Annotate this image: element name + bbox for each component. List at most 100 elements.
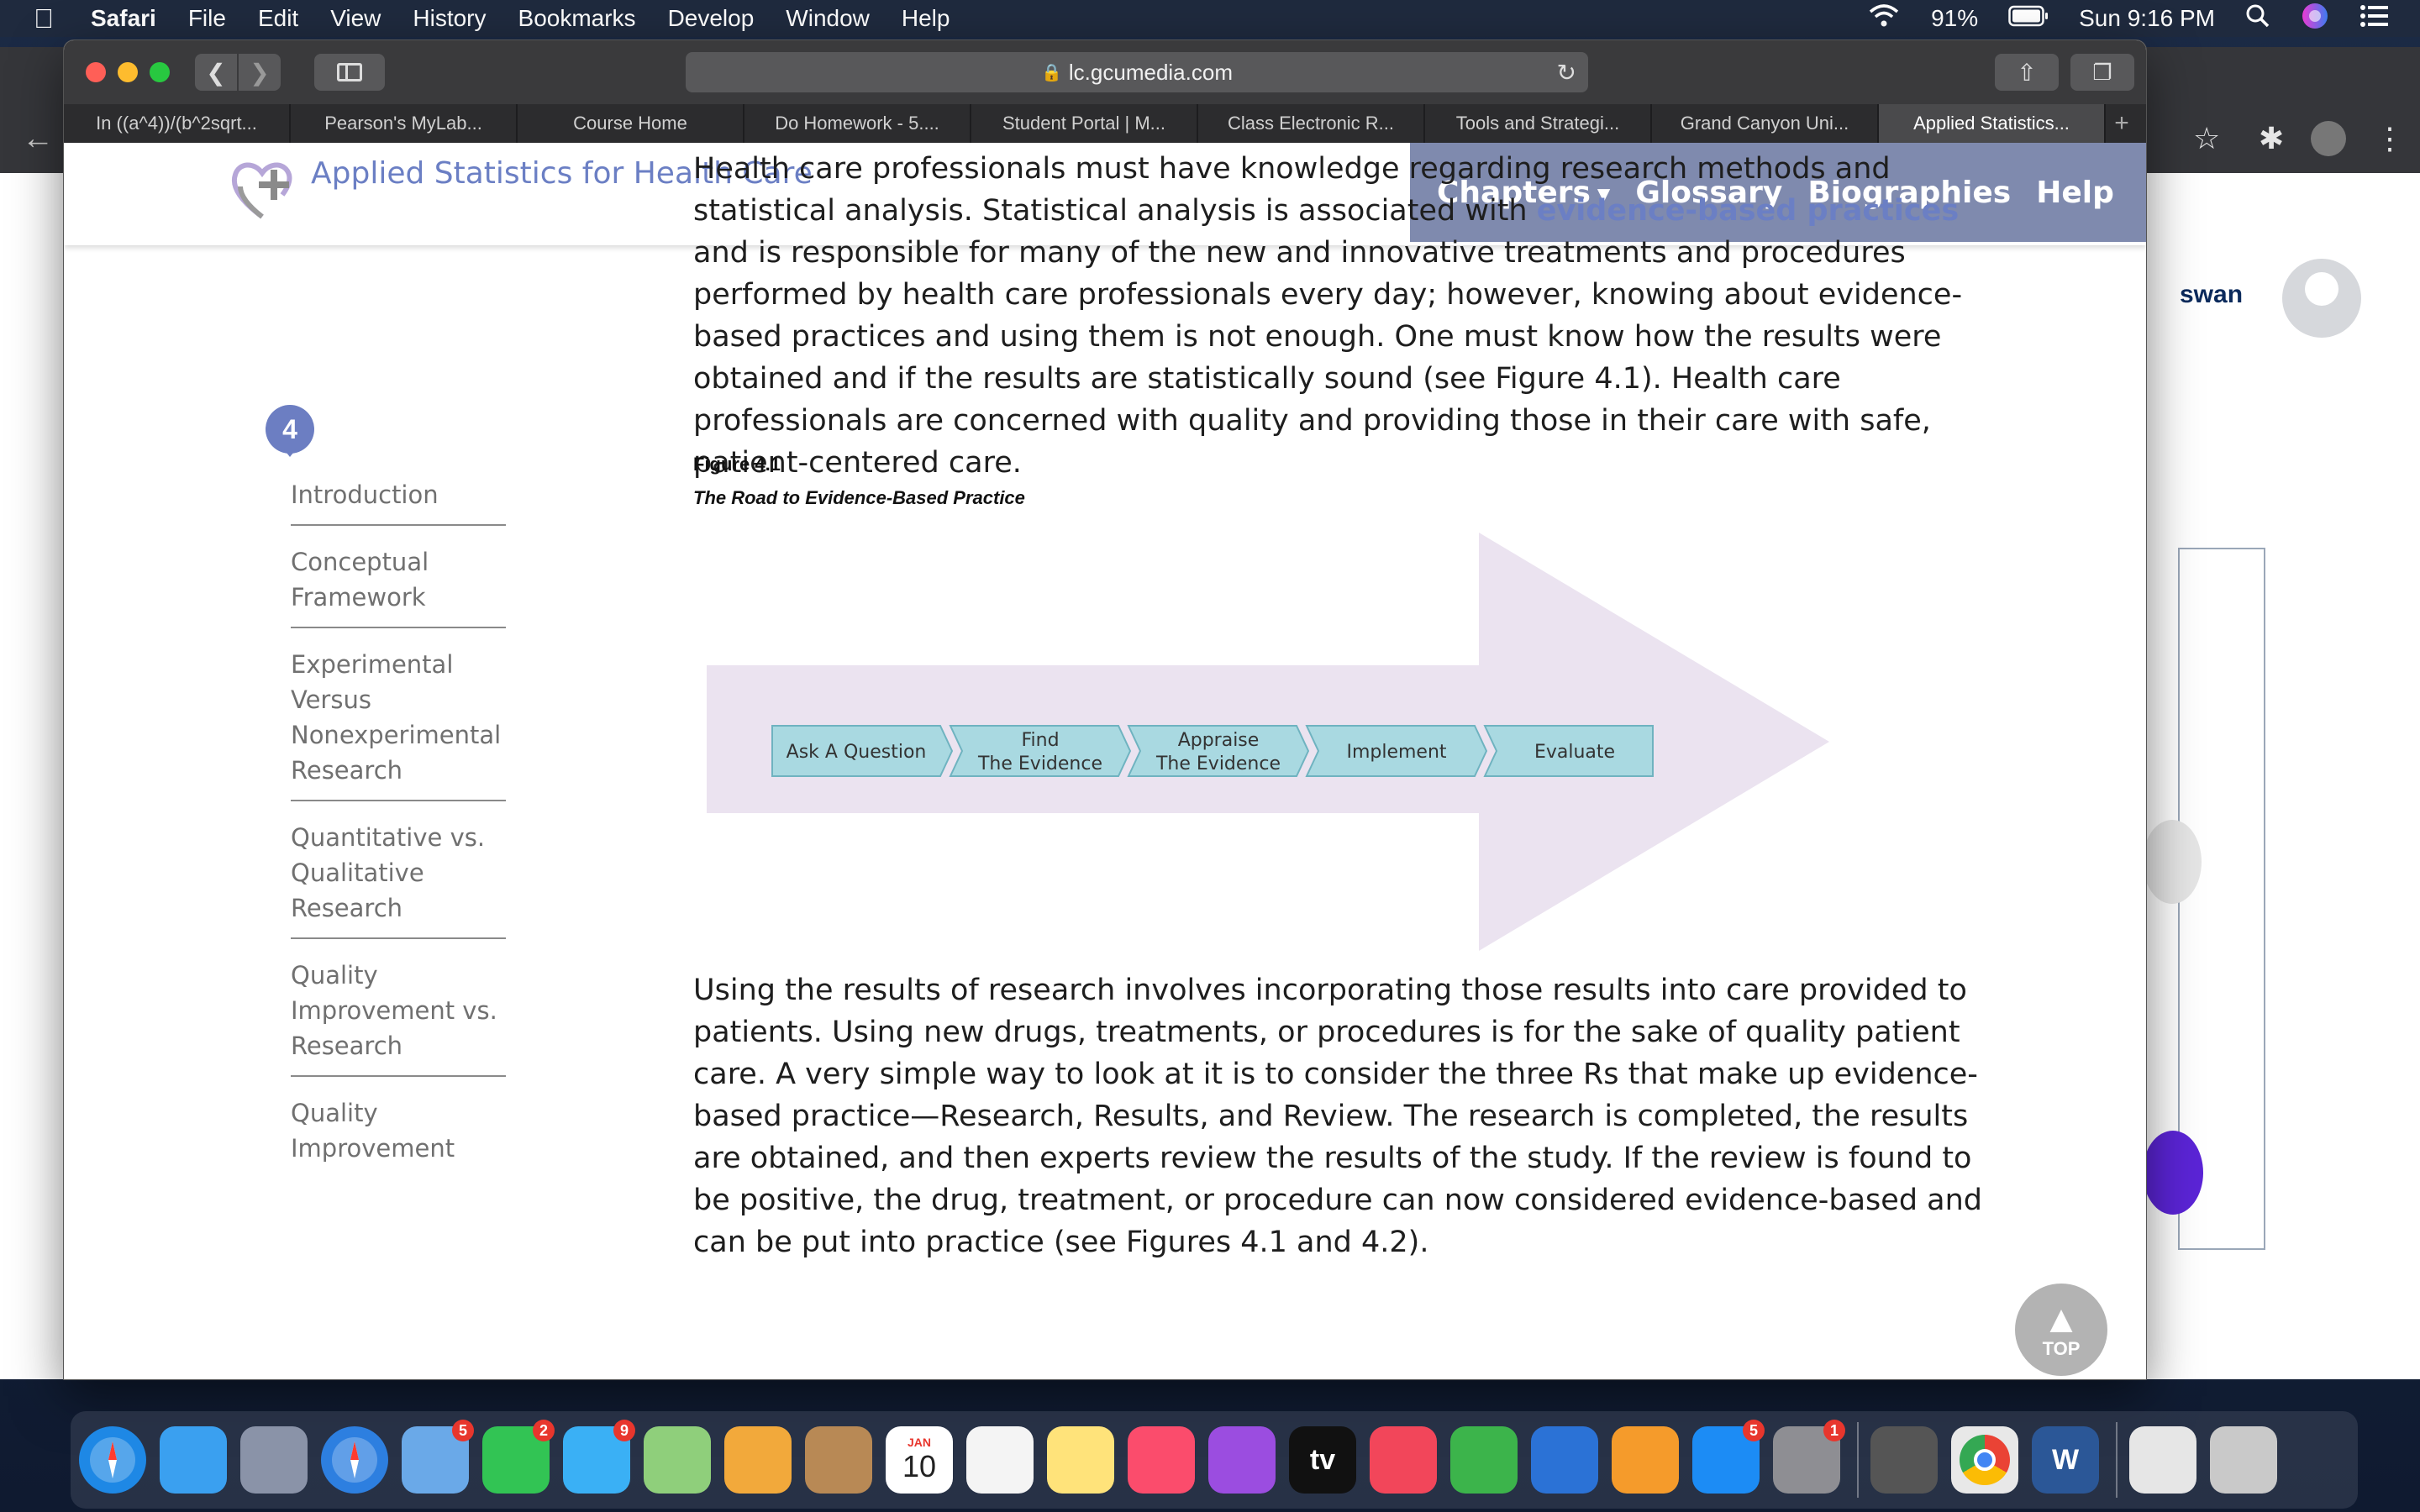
web-page: Applied Statistics for Health Care Chapt… — [64, 143, 2146, 1379]
calendar-app-icon[interactable]: JAN 10 — [886, 1426, 953, 1494]
safari-window: ❮ ❯ 🔒 lc.gcumedia.com ↻ ⇧ ❐ In ((a^4))/(… — [64, 40, 2146, 1379]
profile-avatar-icon[interactable] — [2311, 121, 2346, 156]
tab-8[interactable]: Grand Canyon Uni... — [1652, 104, 1879, 143]
figure-caption: The Road to Evidence-Based Practice — [693, 487, 1025, 508]
address-bar[interactable]: 🔒 lc.gcumedia.com ↻ — [686, 52, 1588, 92]
calendar-day: 10 — [902, 1449, 937, 1483]
menu-bookmarks[interactable]: Bookmarks — [518, 5, 636, 32]
tab-3[interactable]: Course Home — [518, 104, 744, 143]
menu-edit[interactable]: Edit — [258, 5, 298, 32]
safari-app-icon[interactable] — [79, 1426, 146, 1494]
tab-9-active[interactable]: Applied Statistics... — [1879, 104, 2106, 143]
notification-badge: 5 — [452, 1420, 474, 1441]
numbers-app-icon[interactable] — [1450, 1426, 1518, 1494]
notification-badge: 9 — [613, 1420, 635, 1441]
reload-icon[interactable]: ↻ — [1557, 59, 1576, 87]
chrome-menu-icon[interactable]: ⋮ — [2375, 121, 2405, 156]
document-stack-icon[interactable] — [2129, 1426, 2196, 1494]
heart-cross-logo-icon[interactable] — [229, 153, 299, 223]
photos-app-icon[interactable] — [724, 1426, 792, 1494]
plus-icon: + — [2114, 109, 2129, 137]
music-app-icon[interactable] — [1128, 1426, 1195, 1494]
tab-5[interactable]: Student Portal | M... — [971, 104, 1198, 143]
toc-quality-improvement[interactable]: Quality Improvement — [291, 1090, 506, 1178]
chevron-right-icon: ❯ — [250, 59, 270, 86]
window-close-button[interactable] — [86, 62, 106, 82]
contacts-app-icon[interactable] — [805, 1426, 872, 1494]
menu-file[interactable]: File — [188, 5, 226, 32]
app-store-app-icon[interactable]: 5 — [1692, 1420, 1765, 1494]
menu-develop[interactable]: Develop — [668, 5, 755, 32]
news-app-icon[interactable] — [1370, 1426, 1437, 1494]
notification-center-icon[interactable] — [2360, 4, 2390, 34]
tab-7[interactable]: Tools and Strategi... — [1425, 104, 1652, 143]
background-user-avatar[interactable] — [2282, 259, 2361, 338]
figure-steps: Ask A QuestionFindThe EvidenceAppraiseTh… — [771, 725, 1654, 777]
extensions-puzzle-icon[interactable]: ✱ — [2259, 121, 2284, 156]
apple-icon[interactable]:  — [34, 3, 54, 34]
nav-help[interactable]: Help — [2036, 176, 2114, 210]
tab-overview-button[interactable]: ❐ — [2070, 54, 2134, 91]
trash-app-icon[interactable] — [2210, 1426, 2277, 1494]
menu-app-name[interactable]: Safari — [91, 5, 156, 32]
chapter-toc: Introduction Conceptual Framework Experi… — [291, 472, 506, 1191]
sidebar-toggle-button[interactable] — [314, 54, 385, 91]
calculator-app-icon[interactable] — [1870, 1426, 1938, 1494]
safari-app-2-icon[interactable] — [321, 1426, 388, 1494]
tab-bar: In ((a^4))/(b^2sqrt... Pearson's MyLab..… — [64, 104, 2146, 143]
facetime-app-icon[interactable]: 2 — [482, 1420, 555, 1494]
menu-window[interactable]: Window — [786, 5, 870, 32]
dock: 5 2 9 JAN 10 tv 5 1 W — [71, 1411, 2358, 1509]
bookmark-star-icon[interactable]: ☆ — [2193, 121, 2220, 156]
finder-app-icon[interactable] — [160, 1426, 227, 1494]
calendar-month: JAN — [907, 1436, 931, 1449]
arrow-up-icon: ▲ — [2042, 1297, 2081, 1341]
messages-app-icon[interactable]: 9 — [563, 1420, 635, 1494]
address-url: lc.gcumedia.com — [1068, 59, 1233, 85]
window-zoom-button[interactable] — [150, 62, 170, 82]
keynote-app-icon[interactable] — [1531, 1426, 1598, 1494]
tv-app-icon[interactable]: tv — [1289, 1426, 1356, 1494]
back-to-top-label: TOP — [2042, 1338, 2081, 1359]
compass-icon — [332, 1437, 377, 1483]
launchpad-app-icon[interactable] — [240, 1426, 308, 1494]
chrome-app-icon[interactable] — [1951, 1426, 2018, 1494]
paragraph-intro: Health care professionals must have know… — [693, 148, 2004, 484]
word-app-icon[interactable]: W — [2032, 1426, 2099, 1494]
evidence-based-practices-link[interactable]: evidence-based practices — [1537, 194, 1959, 228]
toc-quality-improvement-vs-research[interactable]: Quality Improvement vs. Research — [291, 953, 506, 1077]
siri-icon[interactable] — [2301, 2, 2329, 36]
tab-2[interactable]: Pearson's MyLab... — [291, 104, 518, 143]
menu-help[interactable]: Help — [902, 5, 950, 32]
toc-quantitative-vs-qualitative[interactable]: Quantitative vs. Qualitative Research — [291, 815, 506, 939]
window-minimize-button[interactable] — [118, 62, 138, 82]
tab-1[interactable]: In ((a^4))/(b^2sqrt... — [64, 104, 291, 143]
podcasts-app-icon[interactable] — [1208, 1426, 1276, 1494]
background-chat-button[interactable] — [2143, 1131, 2203, 1215]
chrome-logo-icon — [1960, 1435, 2010, 1485]
toc-introduction[interactable]: Introduction — [291, 472, 506, 526]
new-tab-button[interactable]: + — [2106, 104, 2138, 143]
menu-history[interactable]: History — [413, 5, 486, 32]
wifi-icon[interactable] — [1867, 3, 1901, 34]
toc-experimental-vs-nonexperimental[interactable]: Experimental Versus Nonexperimental Rese… — [291, 642, 506, 801]
back-to-top-button[interactable]: ▲ TOP — [2015, 1284, 2107, 1376]
reminders-app-icon[interactable] — [966, 1426, 1034, 1494]
forward-button[interactable]: ❯ — [239, 54, 281, 91]
background-back-arrow-icon[interactable]: ← — [22, 121, 54, 157]
tab-4[interactable]: Do Homework - 5.... — [744, 104, 971, 143]
maps-app-icon[interactable] — [644, 1426, 711, 1494]
notes-app-icon[interactable] — [1047, 1426, 1114, 1494]
toc-conceptual-framework[interactable]: Conceptual Framework — [291, 539, 506, 628]
system-preferences-app-icon[interactable]: 1 — [1773, 1420, 1845, 1494]
clock[interactable]: Sun 9:16 PM — [2079, 5, 2215, 32]
spotlight-search-icon[interactable] — [2245, 3, 2270, 34]
back-button[interactable]: ❮ — [195, 54, 237, 91]
chapter-number-badge: 4 — [266, 405, 314, 457]
menu-view[interactable]: View — [330, 5, 381, 32]
battery-icon[interactable] — [2008, 5, 2049, 33]
tab-6[interactable]: Class Electronic R... — [1198, 104, 1425, 143]
share-button[interactable]: ⇧ — [1995, 54, 2059, 91]
mail-app-icon[interactable]: 5 — [402, 1420, 474, 1494]
pages-app-icon[interactable] — [1612, 1426, 1679, 1494]
